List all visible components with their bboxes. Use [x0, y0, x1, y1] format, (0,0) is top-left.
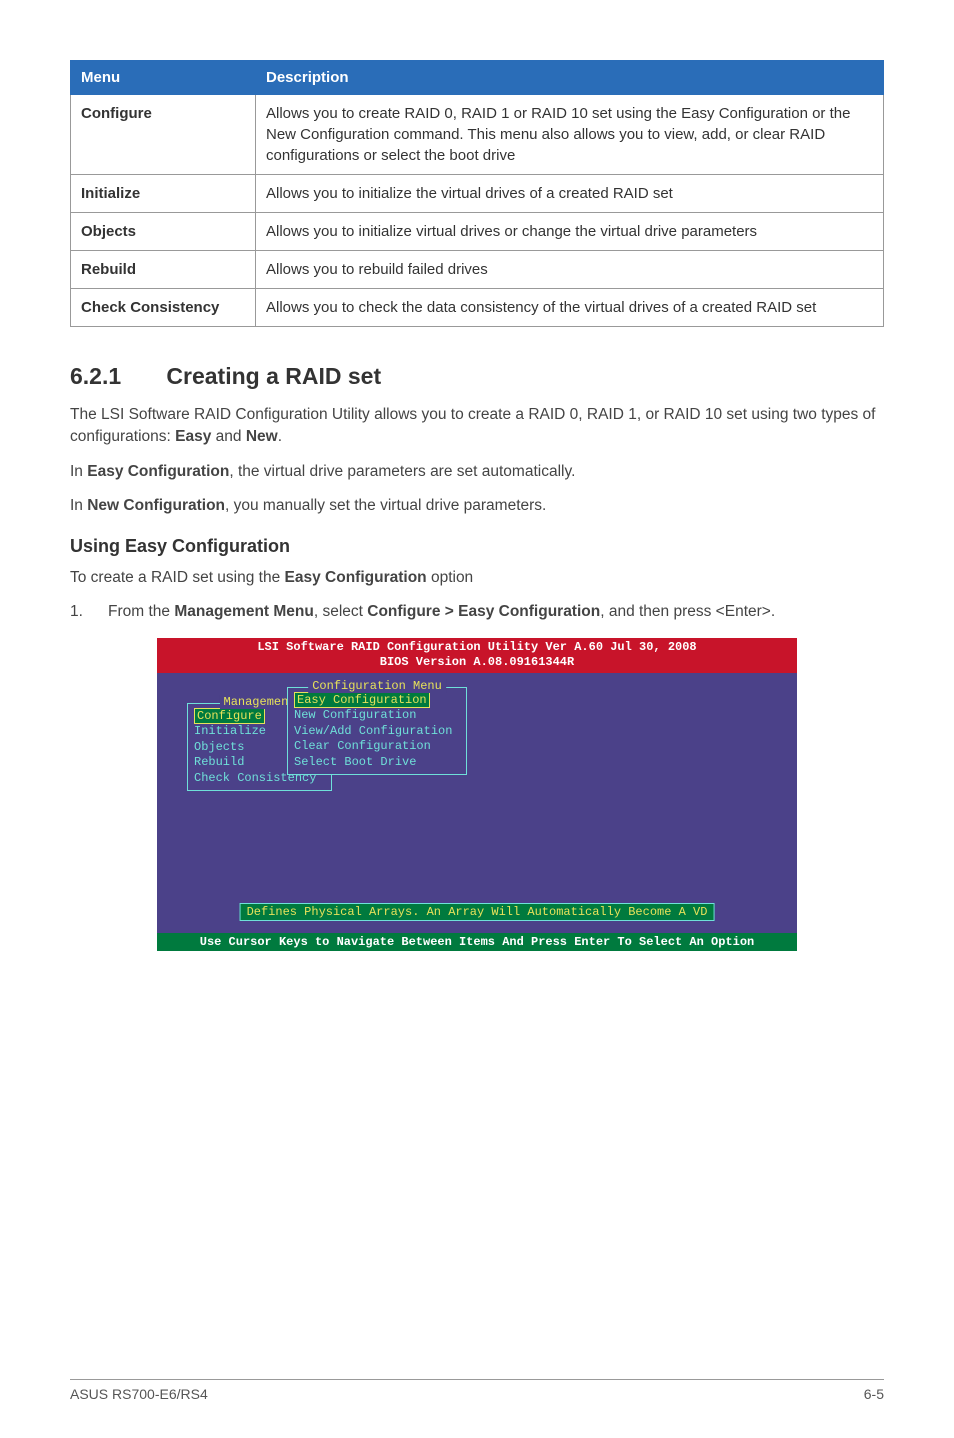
bios-footer-hint: Use Cursor Keys to Navigate Between Item…	[157, 933, 797, 951]
step-text: From the Management Menu, select Configu…	[108, 601, 775, 623]
configuration-menu-item-easy[interactable]: Easy Configuration	[294, 692, 430, 708]
bold-text: Management Menu	[174, 603, 314, 620]
page-footer-right: 6-5	[864, 1386, 884, 1402]
section-heading: 6.2.1 Creating a RAID set	[70, 363, 884, 390]
configuration-menu-box: Configuration Menu Easy Configuration Ne…	[287, 687, 467, 775]
bios-status-box: Defines Physical Arrays. An Array Will A…	[240, 903, 715, 921]
subheading: Using Easy Configuration	[70, 536, 884, 557]
bold-text: Easy Configuration	[285, 569, 427, 586]
step-1: 1. From the Management Menu, select Conf…	[70, 601, 884, 623]
menu-cell: Objects	[71, 213, 256, 251]
paragraph: The LSI Software RAID Configuration Util…	[70, 404, 884, 449]
bios-header: LSI Software RAID Configuration Utility …	[157, 638, 797, 673]
text: To create a RAID set using the	[70, 569, 285, 586]
desc-cell: Allows you to create RAID 0, RAID 1 or R…	[256, 95, 884, 175]
table-header-menu: Menu	[71, 61, 256, 95]
menu-cell: Rebuild	[71, 251, 256, 289]
step-number: 1.	[70, 601, 108, 623]
table-row: Rebuild Allows you to rebuild failed dri…	[71, 251, 884, 289]
menu-cell: Check Consistency	[71, 289, 256, 327]
management-menu-item-configure[interactable]: Configure	[194, 708, 265, 724]
configuration-menu-item-clear[interactable]: Clear Configuration	[294, 739, 460, 755]
bold-text: Easy Configuration	[87, 463, 229, 480]
bold-text: New Configuration	[87, 497, 225, 514]
paragraph: In Easy Configuration, the virtual drive…	[70, 461, 884, 483]
configuration-menu-item-new[interactable]: New Configuration	[294, 708, 460, 724]
configuration-menu-item-view-add[interactable]: View/Add Configuration	[294, 724, 460, 740]
table-row: Check Consistency Allows you to check th…	[71, 289, 884, 327]
desc-cell: Allows you to check the data consistency…	[256, 289, 884, 327]
desc-cell: Allows you to rebuild failed drives	[256, 251, 884, 289]
paragraph: To create a RAID set using the Easy Conf…	[70, 567, 884, 589]
table-header-description: Description	[256, 61, 884, 95]
text: , the virtual drive parameters are set a…	[229, 463, 575, 480]
table-row: Objects Allows you to initialize virtual…	[71, 213, 884, 251]
text: , you manually set the virtual drive par…	[225, 497, 546, 514]
text: In	[70, 463, 87, 480]
menu-cell: Configure	[71, 95, 256, 175]
paragraph: In New Configuration, you manually set t…	[70, 495, 884, 517]
bold-text: Easy	[175, 428, 211, 445]
bios-title-line1: LSI Software RAID Configuration Utility …	[157, 640, 797, 656]
bios-screenshot: LSI Software RAID Configuration Utility …	[157, 638, 797, 951]
bold-text: Configure > Easy Configuration	[367, 603, 600, 620]
configuration-menu-title: Configuration Menu	[308, 679, 446, 693]
section-title: Creating a RAID set	[166, 363, 381, 389]
table-row: Configure Allows you to create RAID 0, R…	[71, 95, 884, 175]
page-footer: ASUS RS700-E6/RS4 6-5	[70, 1379, 884, 1402]
text: From the	[108, 603, 174, 620]
configuration-menu-item-select-boot[interactable]: Select Boot Drive	[294, 755, 460, 771]
desc-cell: Allows you to initialize virtual drives …	[256, 213, 884, 251]
bold-text: New	[246, 428, 278, 445]
desc-cell: Allows you to initialize the virtual dri…	[256, 175, 884, 213]
menu-description-table: Menu Description Configure Allows you to…	[70, 60, 884, 327]
table-row: Initialize Allows you to initialize the …	[71, 175, 884, 213]
text: option	[427, 569, 474, 586]
section-number: 6.2.1	[70, 363, 160, 390]
bios-title-line2: BIOS Version A.08.09161344R	[157, 655, 797, 671]
text: and	[211, 428, 245, 445]
text: , select	[314, 603, 367, 620]
text: , and then press <Enter>.	[600, 603, 775, 620]
bios-body: Management Configure Initialize Objects …	[157, 673, 797, 933]
text: .	[278, 428, 282, 445]
menu-cell: Initialize	[71, 175, 256, 213]
page-footer-left: ASUS RS700-E6/RS4	[70, 1386, 208, 1402]
text: In	[70, 497, 87, 514]
